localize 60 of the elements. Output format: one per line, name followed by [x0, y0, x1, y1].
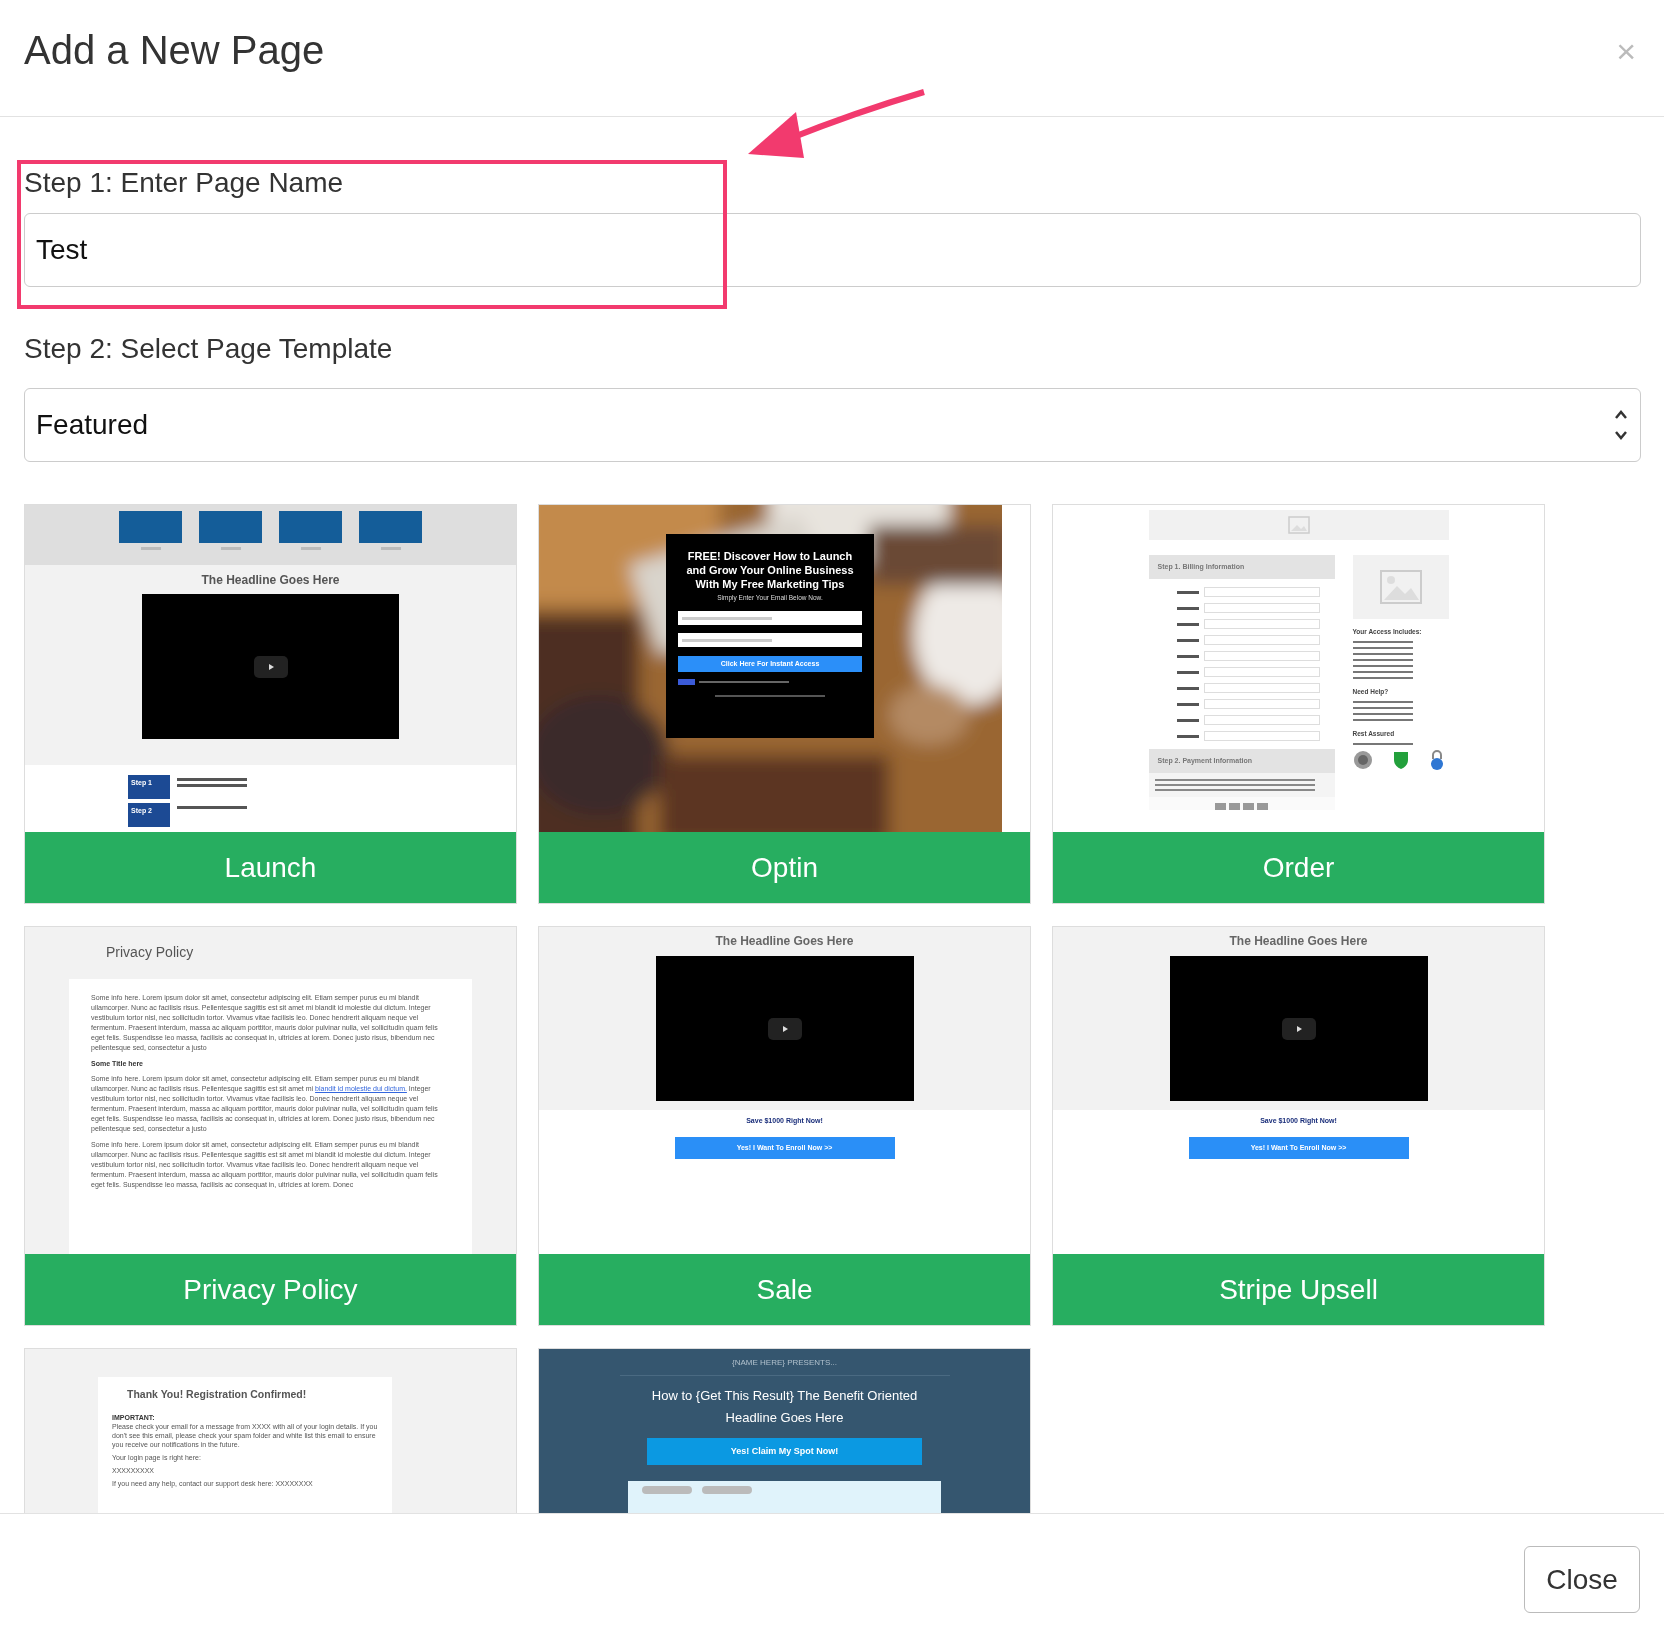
text-placeholder-bar — [1176, 622, 1199, 626]
template-name: Privacy Policy — [25, 1254, 516, 1325]
headline: The Headline Goes Here — [715, 933, 854, 949]
chevron-icon — [1613, 408, 1629, 442]
dialog-title: Add a New Page — [24, 27, 325, 74]
headline: FREE! Discover How to Launch and Grow Your Online Business With My Free Marketing Tips — [685, 549, 855, 591]
template-name: Sale — [539, 1254, 1030, 1325]
play-icon — [253, 655, 288, 678]
claim-button: Yes! Claim My Spot Now! — [647, 1438, 922, 1465]
text-placeholder-bar — [177, 778, 247, 781]
template-select[interactable]: Featured — [24, 388, 1641, 462]
template-card[interactable]: {NAME HERE} PRESENTS... How to {Get This Result} The Benefit Oriented Headline Goes Here Yes! Claim My Spot Now! — [538, 1348, 1031, 1513]
template-name: Order — [1053, 832, 1544, 903]
card-icon — [1229, 803, 1240, 810]
input-field — [642, 1486, 692, 1494]
image-icon — [1378, 569, 1423, 605]
lock-icon — [1428, 750, 1445, 770]
video-thumbnail — [279, 511, 342, 543]
text-placeholder-bar — [1176, 638, 1199, 642]
headline: The Headline Goes Here — [201, 573, 340, 587]
template-name: Launch — [25, 832, 516, 903]
text-placeholder-bar — [1176, 686, 1199, 690]
text-placeholder-bar — [177, 806, 247, 809]
video-thumbnail — [119, 511, 182, 543]
play-icon — [767, 1017, 802, 1040]
text-placeholder-bar — [1176, 734, 1199, 738]
text-placeholder-bar — [1176, 670, 1199, 674]
text-placeholder-bar — [300, 547, 321, 550]
text-placeholder-bar — [1176, 590, 1199, 594]
input-field — [702, 1486, 752, 1494]
headline: How to {Get This Result} The Benefit Oriented Headline Goes Here — [650, 1387, 919, 1427]
text-placeholder-bar — [1176, 654, 1199, 658]
headline: The Headline Goes Here — [1229, 933, 1368, 949]
video-thumbnail — [199, 511, 262, 543]
play-icon — [1281, 1017, 1316, 1040]
template-name: Stripe Upsell — [1053, 1254, 1544, 1325]
field-label: Step 2: Select Page Template — [24, 332, 394, 366]
shield-icon — [1392, 750, 1409, 770]
video-thumbnail — [359, 511, 422, 543]
card-icon — [1215, 803, 1226, 810]
text-placeholder-bar — [140, 547, 161, 550]
text-placeholder-bar — [1176, 718, 1199, 722]
kicker-text: {NAME HERE} PRESENTS... — [732, 1357, 837, 1369]
badge-icon — [678, 679, 695, 685]
image-icon — [1287, 516, 1310, 534]
card-icon — [1257, 803, 1268, 810]
template-card[interactable] — [24, 926, 517, 1326]
template-name: Optin — [539, 832, 1030, 903]
text-placeholder-bar — [177, 784, 247, 787]
close-button[interactable]: Close — [1524, 1546, 1640, 1613]
card-icon — [1243, 803, 1254, 810]
page-title: Thank You! Registration Confirmed! — [126, 1387, 308, 1401]
page-title: Privacy Policy — [106, 944, 195, 960]
text-placeholder-bar — [1176, 606, 1199, 610]
page-name-field[interactable]: Test — [24, 213, 1641, 287]
field-label: Step 1: Enter Page Name — [24, 166, 345, 200]
text-placeholder-bar — [380, 547, 401, 550]
text-placeholder-bar — [1176, 702, 1199, 706]
seal-icon — [1352, 750, 1373, 770]
text-placeholder-bar — [220, 547, 241, 550]
